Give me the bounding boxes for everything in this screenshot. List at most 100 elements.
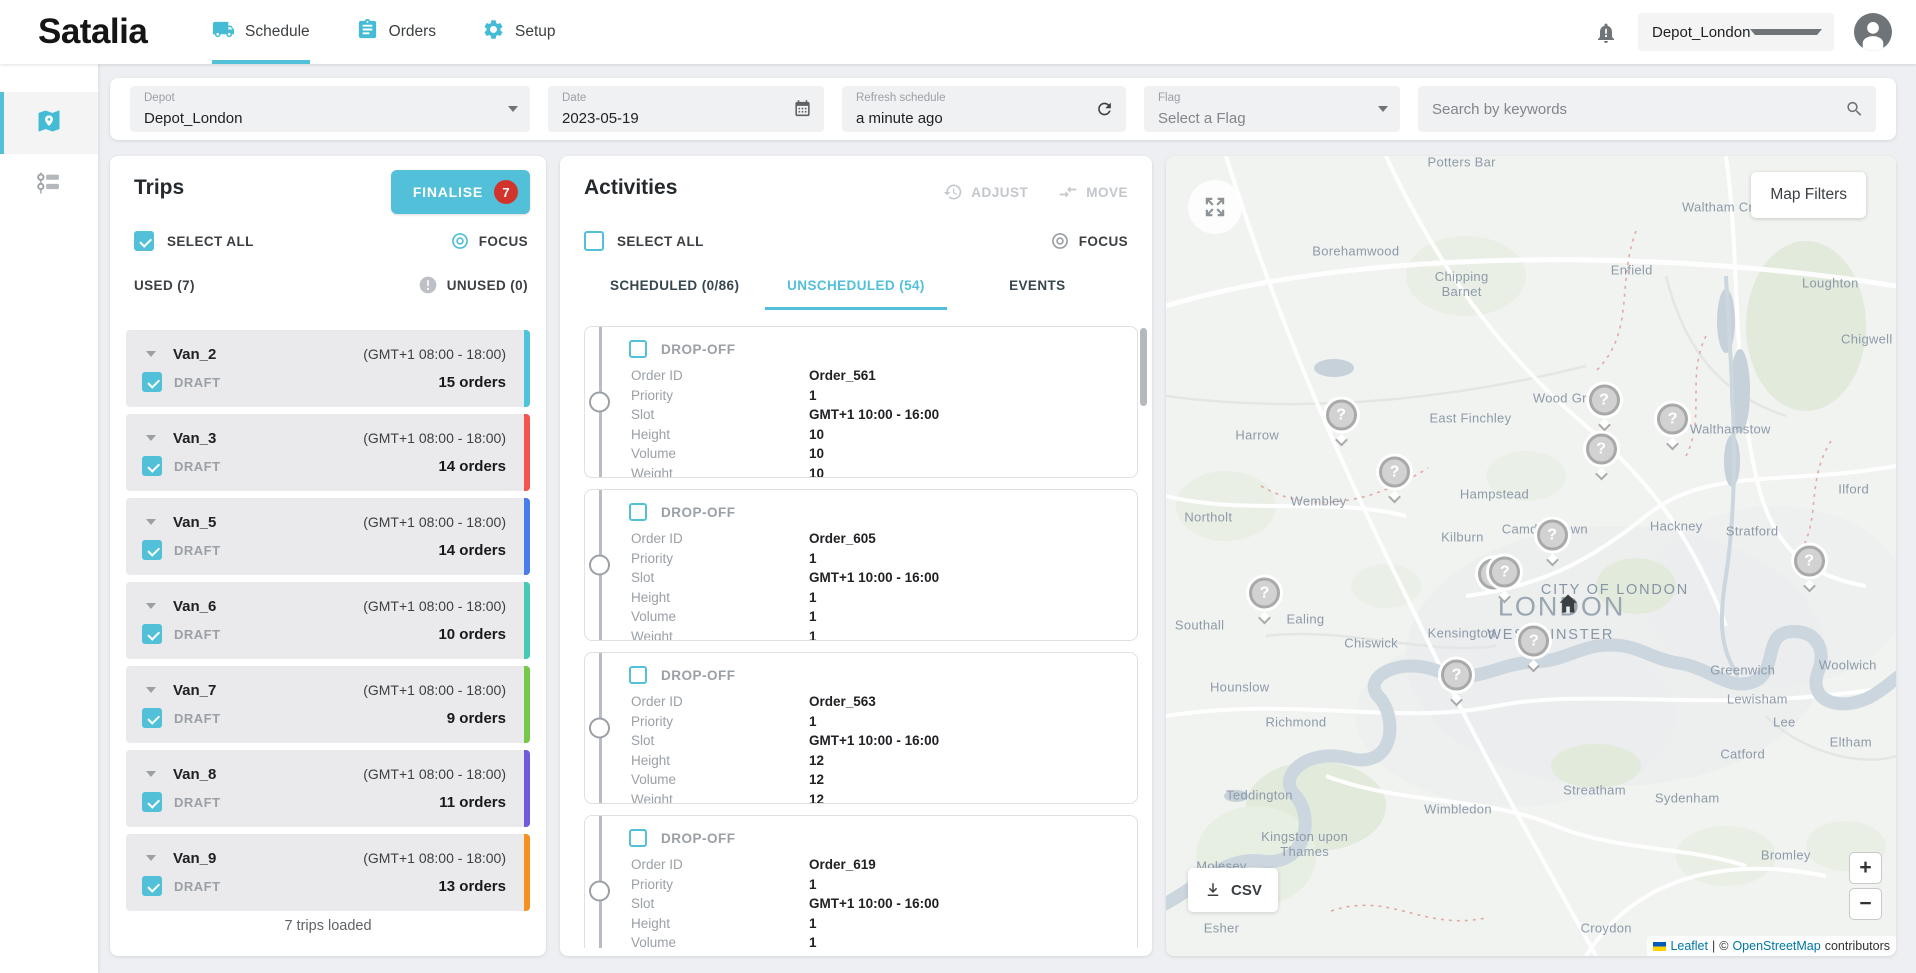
tab-unscheduled[interactable]: UNSCHEDULED (54) <box>765 264 946 310</box>
map-marker[interactable]: ? <box>1583 434 1619 479</box>
map-marker[interactable]: ? <box>1791 546 1827 591</box>
map-fullscreen-button[interactable] <box>1188 180 1242 234</box>
trip-row[interactable]: Van_8(GMT+1 08:00 - 18:00)DRAFT11 orders <box>126 750 530 827</box>
user-avatar[interactable] <box>1854 13 1892 51</box>
trip-checkbox[interactable] <box>142 792 162 812</box>
zoom-in-button[interactable]: + <box>1849 852 1882 884</box>
depot-filter-value: Depot_London <box>144 110 490 128</box>
trip-orders-count: 15 orders <box>438 374 506 391</box>
map-canvas[interactable] <box>1166 156 1896 956</box>
leaflet-link[interactable]: Leaflet <box>1670 939 1708 953</box>
trip-expand-caret-icon[interactable] <box>146 603 156 609</box>
trip-checkbox[interactable] <box>142 372 162 392</box>
map-marker[interactable]: ? <box>1487 557 1523 602</box>
field-value: 1 <box>809 627 817 642</box>
activities-select-all-checkbox[interactable] <box>584 231 604 251</box>
notification-bell-icon[interactable] <box>1594 20 1618 44</box>
trip-expand-caret-icon[interactable] <box>146 435 156 441</box>
map-marker[interactable]: ? <box>1655 404 1691 449</box>
activities-panel: Activities ADJUST MOVE SELECT ALL FOCUS … <box>560 156 1152 956</box>
timeline-node <box>589 881 610 902</box>
activity-card[interactable]: DROP-OFFOrder IDOrder_605Priority1SlotGM… <box>584 489 1138 641</box>
activity-checkbox[interactable] <box>629 503 647 521</box>
calendar-icon[interactable] <box>793 100 812 119</box>
activity-card[interactable]: DROP-OFFOrder IDOrder_563Priority1SlotGM… <box>584 652 1138 804</box>
flag-filter-select[interactable]: Flag Select a Flag <box>1144 86 1400 132</box>
trip-time-window: (GMT+1 08:00 - 18:00) <box>363 682 506 698</box>
trip-row[interactable]: Van_6(GMT+1 08:00 - 18:00)DRAFT10 orders <box>126 582 530 659</box>
trip-expand-caret-icon[interactable] <box>146 771 156 777</box>
trip-row[interactable]: Van_2(GMT+1 08:00 - 18:00)DRAFT15 orders <box>126 330 530 407</box>
activity-checkbox[interactable] <box>629 666 647 684</box>
field-value: 10 <box>809 464 824 479</box>
trip-orders-count: 13 orders <box>438 878 506 895</box>
finalise-button[interactable]: FINALISE 7 <box>391 170 530 214</box>
trip-row[interactable]: Van_5(GMT+1 08:00 - 18:00)DRAFT14 orders <box>126 498 530 575</box>
nav-tab-setup[interactable]: Setup <box>482 0 556 64</box>
activities-focus-button[interactable]: FOCUS <box>1050 231 1128 251</box>
activity-field-row: Weight10 <box>631 464 1137 479</box>
map-marker[interactable]: ? <box>1534 520 1570 565</box>
tab-events[interactable]: EVENTS <box>947 264 1128 310</box>
trips-focus-button[interactable]: FOCUS <box>450 231 528 251</box>
depot-filter-select[interactable]: Depot Depot_London <box>130 86 530 132</box>
activity-checkbox[interactable] <box>629 829 647 847</box>
search-input[interactable] <box>1432 101 1836 118</box>
depot-switcher-select[interactable]: Depot_London <box>1638 13 1834 51</box>
activity-field-row: Weight1 <box>631 627 1137 642</box>
adjust-button[interactable]: ADJUST <box>943 182 1028 202</box>
nav-tab-schedule[interactable]: Schedule <box>212 0 310 64</box>
nav-label-orders: Orders <box>389 23 436 41</box>
tab-scheduled[interactable]: SCHEDULED (0/86) <box>584 264 765 310</box>
field-label: Priority <box>631 875 809 895</box>
activity-card[interactable]: DROP-OFFOrder IDOrder_561Priority1SlotGM… <box>584 326 1138 478</box>
nav-tab-orders[interactable]: Orders <box>356 0 436 64</box>
nav-label-setup: Setup <box>515 23 556 41</box>
csv-export-button[interactable]: CSV <box>1188 868 1278 912</box>
map-marker[interactable]: ? <box>1323 400 1359 445</box>
field-label: Order ID <box>631 692 809 712</box>
refresh-schedule-field[interactable]: Refresh schedule a minute ago <box>842 86 1126 132</box>
trips-select-all-checkbox[interactable] <box>134 231 154 251</box>
activity-checkbox[interactable] <box>629 340 647 358</box>
map-marker[interactable]: ? <box>1376 457 1412 502</box>
trip-checkbox[interactable] <box>142 624 162 644</box>
map-marker[interactable]: ? <box>1439 660 1475 705</box>
trip-orders-count: 11 orders <box>439 794 506 811</box>
map-marker[interactable]: ? <box>1247 578 1283 623</box>
zoom-out-button[interactable]: − <box>1849 888 1882 920</box>
search-icon[interactable] <box>1845 100 1864 119</box>
finalise-button-label: FINALISE <box>413 184 483 200</box>
trip-expand-caret-icon[interactable] <box>146 519 156 525</box>
map-marker[interactable]: ? <box>1586 385 1622 430</box>
trip-row[interactable]: Van_3(GMT+1 08:00 - 18:00)DRAFT14 orders <box>126 414 530 491</box>
trip-checkbox[interactable] <box>142 708 162 728</box>
field-value: 1 <box>809 588 817 608</box>
trip-name: Van_5 <box>173 514 216 531</box>
sidebar-item-gantt-view[interactable] <box>0 154 98 216</box>
trip-checkbox[interactable] <box>142 540 162 560</box>
trip-expand-caret-icon[interactable] <box>146 687 156 693</box>
trip-row[interactable]: Van_7(GMT+1 08:00 - 18:00)DRAFT9 orders <box>126 666 530 743</box>
trip-expand-caret-icon[interactable] <box>146 351 156 357</box>
trip-status-badge: DRAFT <box>174 711 221 726</box>
map-marker[interactable]: ? <box>1516 626 1552 671</box>
trip-row[interactable]: Van_9(GMT+1 08:00 - 18:00)DRAFT13 orders <box>126 834 530 911</box>
osm-link[interactable]: OpenStreetMap <box>1732 939 1820 953</box>
activity-field-row: Weight12 <box>631 790 1137 805</box>
activity-card[interactable]: DROP-OFFOrder IDOrder_619Priority1SlotGM… <box>584 815 1138 948</box>
refresh-icon[interactable] <box>1095 100 1114 119</box>
question-marker-icon: ? <box>1657 404 1688 435</box>
move-button[interactable]: MOVE <box>1058 182 1128 202</box>
trip-expand-caret-icon[interactable] <box>146 855 156 861</box>
trip-checkbox[interactable] <box>142 876 162 896</box>
activities-scrollbar-thumb[interactable] <box>1140 328 1147 406</box>
field-value: 1 <box>809 933 817 948</box>
sidebar-item-map-view[interactable] <box>0 92 98 154</box>
map-filters-button[interactable]: Map Filters <box>1751 172 1866 218</box>
trip-checkbox[interactable] <box>142 456 162 476</box>
date-filter-field[interactable]: Date 2023-05-19 <box>548 86 824 132</box>
keyword-search-field[interactable] <box>1418 86 1876 132</box>
move-arrows-icon <box>1058 182 1078 202</box>
depot-home-marker[interactable] <box>1556 592 1580 621</box>
